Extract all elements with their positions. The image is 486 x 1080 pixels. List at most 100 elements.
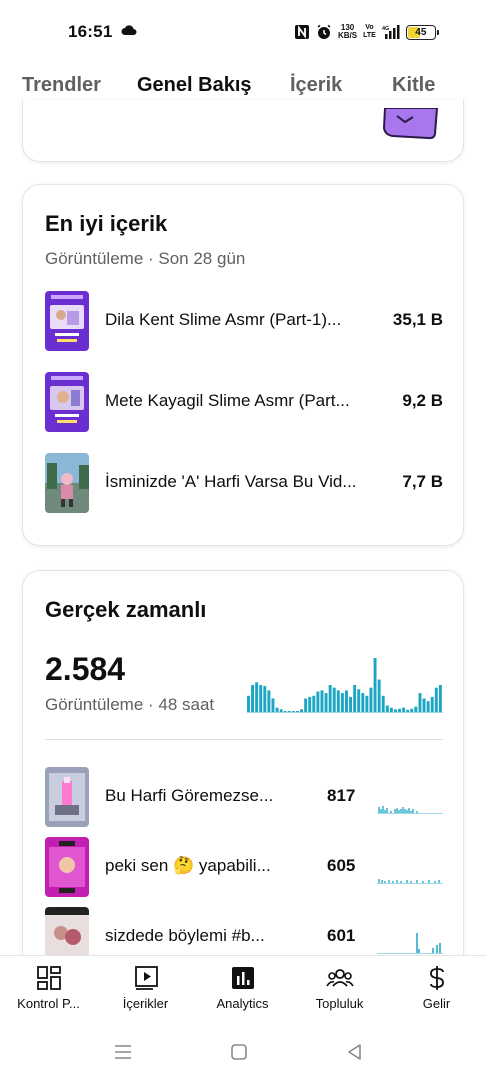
nav-community[interactable]: Topluluk	[291, 964, 388, 1011]
nav-label: Analytics	[216, 996, 269, 1011]
chart-bar	[402, 707, 406, 712]
video-title: peki sen 🤔 yapabili...	[105, 856, 271, 875]
cloud-icon	[121, 25, 137, 35]
status-time: 16:51	[68, 22, 113, 41]
mini-spark-chart	[377, 806, 443, 814]
chart-bar	[296, 711, 299, 712]
chart-bar	[312, 695, 316, 712]
tab-overview[interactable]: Genel Bakış	[137, 74, 252, 97]
chart-bar	[247, 695, 250, 712]
top-content-item[interactable]: İsminizde 'A' Harfi Varsa Bu Vid... 7,7 …	[45, 453, 443, 513]
realtime-bar-chart[interactable]	[247, 657, 443, 713]
mini-spark-chart	[377, 933, 443, 954]
chart-bar	[345, 690, 348, 712]
previous-card	[22, 100, 464, 162]
svg-text:4G: 4G	[382, 26, 389, 32]
chart-bar	[418, 693, 422, 712]
chart-bar	[438, 685, 442, 712]
network-speed: 130 KB/S	[338, 24, 357, 40]
content-icon	[134, 966, 158, 990]
card-subtitle: Görüntüleme · 48 saat	[45, 695, 215, 714]
chart-bar	[316, 691, 320, 712]
video-title: Mete Kayagil Slime Asmr (Part...	[105, 391, 350, 410]
card-title: En iyi içerik	[45, 211, 168, 236]
chart-bar	[365, 695, 369, 712]
card-title: Gerçek zamanlı	[45, 597, 207, 622]
chart-bar	[336, 690, 340, 712]
chart-bar	[251, 685, 255, 712]
nav-analytics[interactable]: Analytics	[194, 964, 291, 1011]
nav-label: Kontrol P...	[17, 996, 80, 1011]
video-views: 605	[327, 856, 356, 875]
video-title: Bu Harfi Göremezse...	[105, 786, 274, 805]
realtime-total-views: 2.584	[45, 651, 126, 687]
video-views: 7,7 B	[402, 472, 443, 491]
chart-bar	[259, 685, 263, 712]
chart-bar	[308, 696, 312, 712]
volte-bottom: LTE	[363, 32, 376, 39]
nav-dashboard[interactable]: Kontrol P...	[0, 964, 97, 1011]
nav-revenue[interactable]: Gelir	[388, 964, 485, 1011]
chart-bar	[406, 709, 410, 712]
status-bar: 16:51 130 KB/S Vo LTE 4G 45	[0, 0, 486, 62]
signal-icon: 4G	[382, 25, 400, 39]
chart-bar	[398, 708, 402, 712]
chart-bar	[291, 711, 295, 712]
dollar-icon	[429, 966, 444, 990]
top-content-item[interactable]: Mete Kayagil Slime Asmr (Part... 9,2 B	[45, 372, 443, 432]
chart-bar	[385, 705, 389, 712]
chart-bar	[287, 711, 291, 712]
nav-content[interactable]: İçerikler	[97, 964, 194, 1011]
chart-bar	[373, 658, 377, 712]
chart-bar	[357, 689, 361, 712]
chart-baseline	[247, 712, 443, 713]
video-thumbnail	[45, 767, 89, 827]
tab-content[interactable]: İçerik	[290, 74, 342, 97]
chart-bar	[304, 698, 308, 712]
chart-bar	[332, 687, 336, 712]
chart-bar	[340, 693, 344, 712]
tab-trends[interactable]: Trendler	[22, 74, 101, 97]
top-content-item[interactable]: Dila Kent Slime Asmr (Part-1)... 35,1 B	[45, 291, 443, 351]
home-icon[interactable]	[228, 1041, 250, 1063]
chart-bar	[426, 701, 430, 712]
realtime-content-item[interactable]: peki sen 🤔 yapabili... 605	[45, 837, 443, 897]
bottom-navigation: Kontrol P... İçerikler Analytics Toplulu…	[0, 955, 486, 1025]
chart-bar	[430, 696, 434, 712]
mini-spark-chart	[377, 879, 443, 884]
back-icon[interactable]	[344, 1041, 366, 1063]
video-thumbnail	[45, 291, 89, 351]
chart-bar	[381, 695, 385, 712]
chart-bar	[361, 693, 365, 712]
system-navigation-bar	[0, 1025, 486, 1080]
nav-label: Topluluk	[315, 996, 364, 1011]
chart-bar	[349, 696, 353, 712]
video-title: İsminizde 'A' Harfi Varsa Bu Vid...	[105, 472, 357, 491]
battery-level: 45	[415, 26, 427, 38]
tab-audience[interactable]: Kitle	[392, 74, 435, 97]
battery-icon: 45	[405, 24, 439, 40]
chart-bar	[271, 698, 275, 712]
video-thumbnail	[45, 453, 89, 513]
chart-bar	[410, 708, 414, 712]
video-views: 601	[327, 926, 356, 945]
realtime-content-item[interactable]: Bu Harfi Göremezse... 817	[45, 767, 443, 827]
video-title: Dila Kent Slime Asmr (Part-1)...	[105, 310, 342, 329]
video-views: 35,1 B	[392, 310, 443, 329]
video-thumbnail	[45, 372, 89, 432]
chart-bar	[414, 706, 418, 712]
video-views: 9,2 B	[402, 391, 443, 410]
chart-bar	[434, 687, 438, 712]
nfc-icon	[295, 25, 309, 39]
status-icons: 130 KB/S Vo LTE 4G 45	[294, 22, 439, 42]
chart-bar	[283, 711, 287, 712]
chart-bar	[389, 707, 393, 712]
chart-bar	[377, 679, 381, 712]
menu-icon[interactable]	[112, 1041, 134, 1063]
card-subtitle: Görüntüleme · Son 28 gün	[45, 249, 246, 268]
nav-label: Gelir	[422, 996, 451, 1011]
divider	[45, 739, 443, 740]
network-speed-unit: KB/S	[338, 31, 358, 40]
chart-bar	[394, 709, 397, 712]
chart-bar	[324, 693, 328, 712]
